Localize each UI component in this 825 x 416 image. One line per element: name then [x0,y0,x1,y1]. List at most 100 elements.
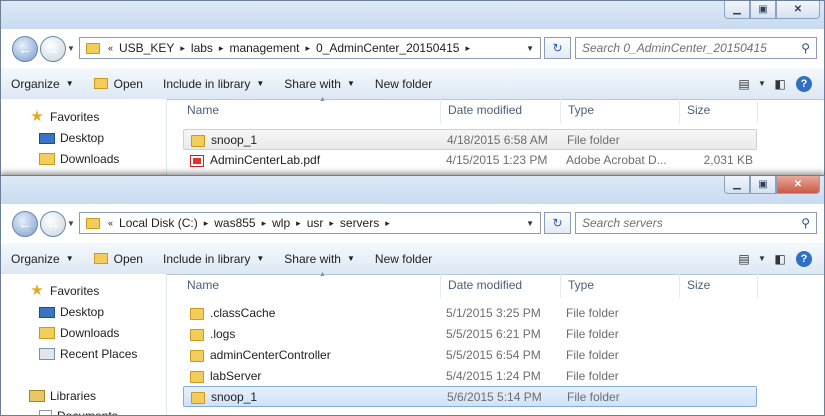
file-row[interactable]: labServer 5/4/2015 1:24 PM File folder [183,366,757,387]
chevron-right-icon[interactable]: ▸ [329,218,334,229]
column-divider[interactable] [560,274,561,298]
folder-icon [86,217,100,229]
column-header-date[interactable]: Date modified [448,278,522,292]
forward-button[interactable]: → [40,36,66,62]
nav-item-favorites[interactable]: ★ Favorites [29,281,99,301]
help-icon[interactable]: ? [796,75,812,92]
search-icon[interactable]: ⚲ [801,41,810,55]
breadcrumb-item[interactable]: labs [191,41,213,55]
file-row-selected[interactable]: snoop_1 5/6/2015 5:14 PM File folder [183,386,757,407]
view-options-icon[interactable]: ▤ [732,73,756,95]
search-box[interactable]: ⚲ [575,37,817,59]
column-header-name[interactable]: Name [187,103,219,117]
minimize-button[interactable]: ▁ [724,176,750,194]
nav-item-desktop[interactable]: Desktop [39,302,104,322]
column-header-size[interactable]: Size [687,103,710,117]
include-in-library-button[interactable]: Include in library ▼ [153,72,274,96]
chevron-right-icon[interactable]: ▸ [385,218,390,229]
breadcrumb-item[interactable]: USB_KEY [119,41,174,55]
nav-item-libraries[interactable]: Libraries [29,386,96,406]
address-dropdown-icon[interactable]: ▼ [526,219,534,228]
maximize-button[interactable]: ▣ [750,176,776,194]
history-dropdown-icon[interactable]: ▼ [67,219,75,228]
nav-item-downloads[interactable]: Downloads [39,149,119,169]
window-controls: ▁ ▣ ✕ [724,176,820,194]
column-header-name[interactable]: Name [187,278,219,292]
chevron-down-icon[interactable]: ▼ [756,248,768,270]
share-with-button[interactable]: Share with ▼ [274,72,365,96]
chevron-right-icon[interactable]: ▸ [465,43,470,54]
breadcrumb-item[interactable]: Local Disk (C:) [119,216,198,230]
nav-item-favorites[interactable]: ★ Favorites [29,107,99,127]
view-options-icon[interactable]: ▤ [732,248,756,270]
file-row[interactable]: AdminCenterLab.pdf 4/15/2015 1:23 PM Ado… [183,150,757,171]
file-row[interactable]: .logs 5/5/2015 6:21 PM File folder [183,324,757,345]
minimize-button[interactable]: ▁ [724,1,750,19]
open-button[interactable]: Open [84,72,153,96]
overflow-chevron-icon[interactable]: « [108,218,113,228]
open-button[interactable]: Open [84,247,153,271]
search-box[interactable]: ⚲ [575,212,817,234]
nav-item-documents[interactable]: Documents [39,406,118,415]
organize-button[interactable]: Organize ▼ [1,247,84,271]
breadcrumb-item[interactable]: was855 [214,216,255,230]
nav-item-downloads[interactable]: Downloads [39,323,119,343]
column-divider[interactable] [440,274,441,298]
address-bar[interactable]: « Local Disk (C:) ▸ was855 ▸ wlp ▸ usr ▸ ser… [79,212,541,234]
help-icon[interactable]: ? [796,250,812,267]
organize-button[interactable]: Organize ▼ [1,72,84,96]
column-divider[interactable] [560,99,561,123]
refresh-button[interactable]: ↻ [544,212,571,234]
chevron-right-icon[interactable]: ▸ [262,218,267,229]
new-folder-button[interactable]: New folder [365,72,442,96]
address-bar[interactable]: « USB_KEY ▸ labs ▸ management ▸ 0_AdminCent… [79,37,541,59]
column-divider[interactable] [679,99,680,123]
breadcrumb-item[interactable]: management [229,41,299,55]
new-folder-button[interactable]: New folder [365,247,442,271]
preview-pane-icon[interactable]: ◧ [768,248,792,270]
search-icon[interactable]: ⚲ [801,216,810,230]
column-divider[interactable] [757,99,758,123]
column-divider[interactable] [679,274,680,298]
breadcrumb-item[interactable]: wlp [272,216,290,230]
chevron-right-icon[interactable]: ▸ [306,43,311,54]
title-bar[interactable]: ▁ ▣ ✕ [1,176,824,204]
back-button[interactable]: ← [12,36,38,62]
search-input[interactable] [582,41,787,55]
refresh-button[interactable]: ↻ [544,37,571,59]
address-dropdown-icon[interactable]: ▼ [526,44,534,53]
forward-button[interactable]: → [40,211,66,237]
chevron-down-icon[interactable]: ▼ [756,73,768,95]
include-in-library-button[interactable]: Include in library ▼ [153,247,274,271]
close-button[interactable]: ✕ [776,176,820,194]
column-header-type[interactable]: Type [568,103,594,117]
column-divider[interactable] [757,274,758,298]
share-with-button[interactable]: Share with ▼ [274,247,365,271]
title-bar[interactable]: ▁ ▣ ✕ [1,1,824,29]
nav-item-recent-places[interactable]: Recent Places [39,344,137,364]
search-input[interactable] [582,216,787,230]
close-button[interactable]: ✕ [776,1,820,19]
chevron-right-icon[interactable]: ▸ [180,43,185,54]
back-button[interactable]: ← [12,211,38,237]
column-header-type[interactable]: Type [568,278,594,292]
chevron-right-icon[interactable]: ▸ [219,43,224,54]
breadcrumb-item[interactable]: 0_AdminCenter_20150415 [316,41,459,55]
breadcrumb-item[interactable]: servers [340,216,379,230]
file-row[interactable]: .classCache 5/1/2015 3:25 PM File folder [183,303,757,324]
history-dropdown-icon[interactable]: ▼ [67,44,75,53]
chevron-right-icon[interactable]: ▸ [296,218,301,229]
file-row[interactable]: adminCenterController 5/5/2015 6:54 PM F… [183,345,757,366]
column-header-size[interactable]: Size [687,278,710,292]
file-row[interactable]: snoop_1 4/18/2015 6:58 AM File folder [183,129,757,150]
maximize-button[interactable]: ▣ [750,1,776,19]
breadcrumb-item[interactable]: usr [307,216,324,230]
column-header-date[interactable]: Date modified [448,103,522,117]
overflow-chevron-icon[interactable]: « [108,43,113,53]
chevron-right-icon[interactable]: ▸ [204,218,209,229]
folder-open-icon [93,253,108,264]
preview-pane-icon[interactable]: ◧ [768,73,792,95]
nav-item-desktop[interactable]: Desktop [39,128,104,148]
file-type: Adobe Acrobat D... [566,153,667,167]
column-divider[interactable] [440,99,441,123]
